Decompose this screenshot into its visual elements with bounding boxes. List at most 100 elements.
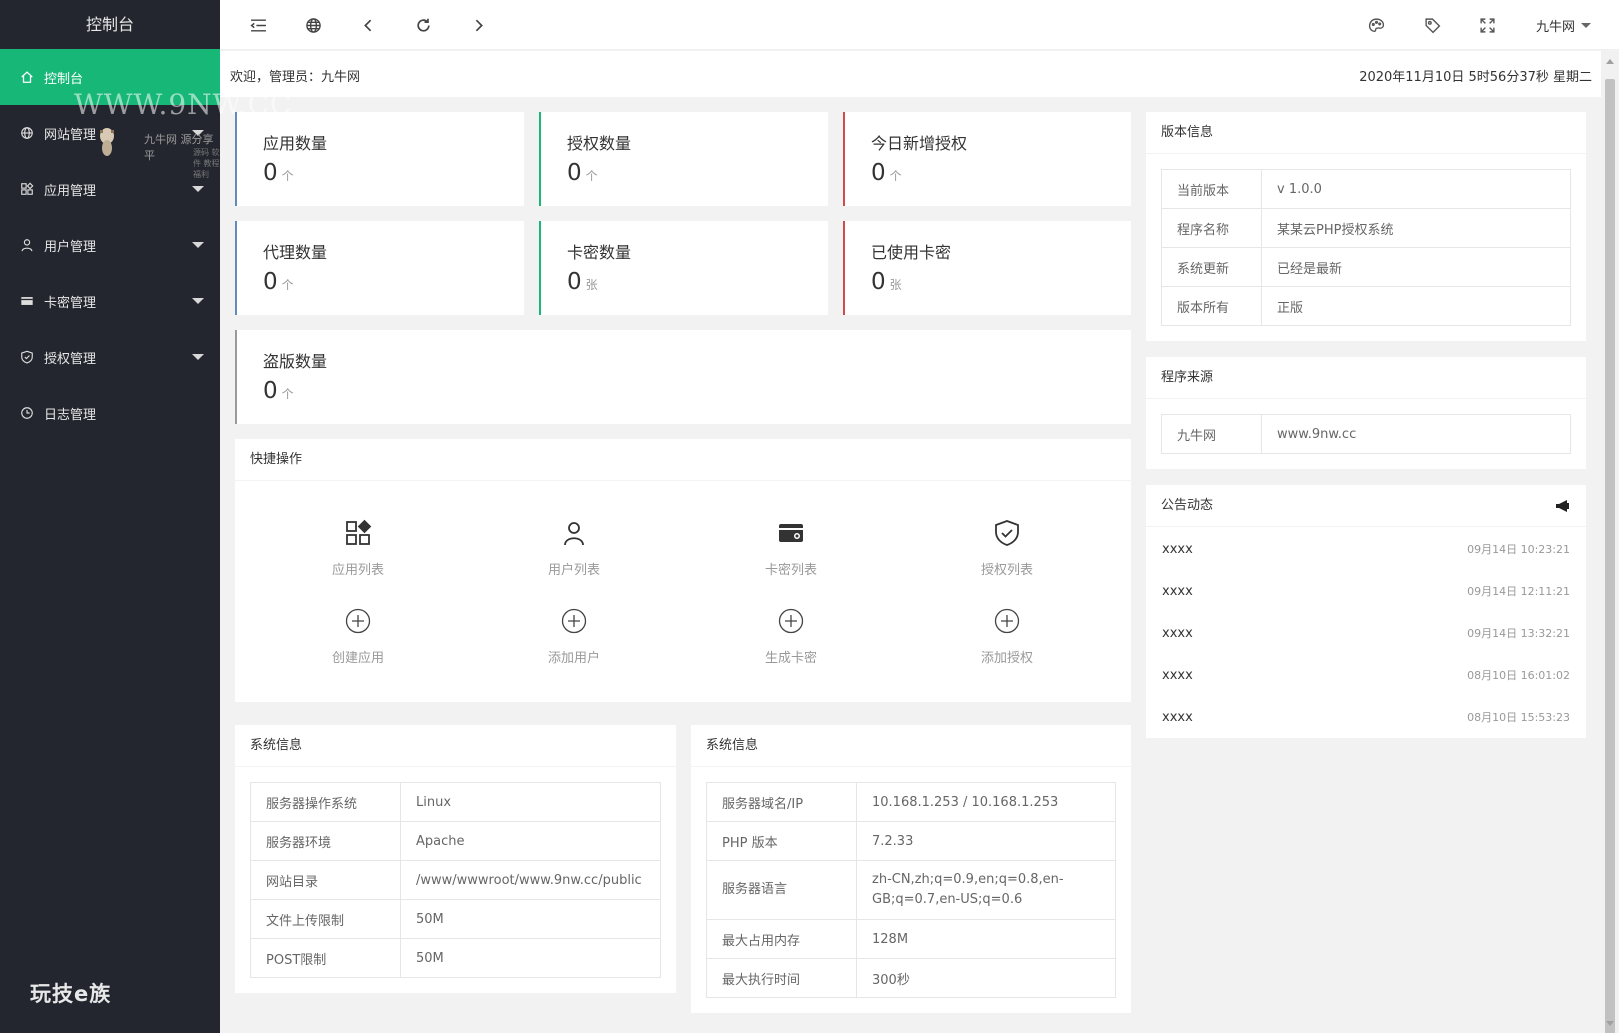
plus-circle-icon: [778, 608, 804, 634]
stat-card-cards: 卡密数量 0张: [539, 221, 828, 315]
refresh-button[interactable]: [413, 15, 433, 35]
notice-item[interactable]: xxxx 09月14日 13:32:21: [1162, 612, 1570, 654]
row-key: 网站目录: [250, 860, 401, 900]
stat-value-wrap: 0张: [567, 269, 598, 295]
system-info-card-2: 系统信息 服务器域名/IP 10.168.1.253 / 10.168.1.253…: [691, 725, 1131, 1013]
tag-icon: [1424, 17, 1440, 33]
menu-toggle-button[interactable]: [248, 15, 268, 35]
stat-unit: 个: [281, 278, 294, 292]
system-info-table: 服务器操作系统 Linux 服务器环境 Apache 网站目录/www/wwwroo…: [250, 782, 661, 978]
notice-time: 08月10日 16:01:02: [1467, 669, 1570, 682]
row-value: Linux: [400, 782, 661, 822]
stat-value-wrap: 0个: [567, 160, 598, 186]
website-button[interactable]: [303, 15, 323, 35]
chevron-down-icon: [192, 186, 204, 192]
user-menu[interactable]: 九牛网: [1536, 16, 1592, 35]
quick-user-list[interactable]: 用户列表: [514, 517, 634, 578]
sidebar-item-logs[interactable]: 日志管理: [0, 385, 220, 441]
scrollbar-thumb[interactable]: [1605, 79, 1615, 1033]
bottom-logo: 玩技e族: [30, 982, 112, 1006]
table-row: 最大占用内存 128M: [706, 919, 1116, 959]
row-key: 程序名称: [1161, 208, 1262, 248]
row-key: 服务器语言: [706, 860, 857, 920]
chevron-left-icon: [363, 19, 371, 31]
quick-license-list[interactable]: 授权列表: [947, 517, 1067, 578]
sidebar-item-apps[interactable]: 应用管理: [0, 161, 220, 217]
card-title: 程序来源: [1146, 357, 1586, 399]
page-scrollbar[interactable]: [1601, 51, 1619, 1033]
table-row: 九牛网 www.9nw.cc: [1161, 414, 1571, 454]
stat-value: 0: [263, 378, 278, 404]
stat-title: 今日新增授权: [871, 134, 968, 153]
row-value: 已经是最新: [1261, 247, 1571, 287]
sidebar-item-license[interactable]: 授权管理: [0, 329, 220, 385]
chevron-right-icon: [475, 19, 483, 31]
notice-item[interactable]: xxxx 08月10日 16:01:02: [1162, 654, 1570, 696]
user-name: 九牛网: [1536, 20, 1576, 35]
plus-circle-icon: [561, 608, 587, 634]
row-key: POST限制: [250, 938, 401, 978]
quick-card-list[interactable]: 卡密列表: [731, 517, 851, 578]
fullscreen-button[interactable]: [1477, 15, 1497, 35]
stat-value-wrap: 0个: [263, 378, 294, 404]
globe-icon: [305, 17, 321, 33]
current-datetime: 2020年11月10日 5时56分37秒 星期二: [1359, 70, 1592, 85]
quick-label: 授权列表: [980, 563, 1033, 578]
stat-value-wrap: 0个: [263, 269, 294, 295]
row-value: v 1.0.0: [1261, 169, 1571, 209]
chevron-down-icon: [192, 242, 204, 248]
stat-unit: 个: [889, 169, 902, 183]
stat-title: 卡密数量: [567, 243, 632, 262]
card-title: 系统信息: [235, 725, 676, 767]
row-key: PHP 版本: [706, 821, 857, 861]
sidebar: 控制台 控制台 网站管理 应用管理 用户管理 卡密管理 授权管理 日志管理 WW…: [0, 0, 291, 1033]
server-info-table: 服务器域名/IP 10.168.1.253 / 10.168.1.253 PHP …: [706, 782, 1116, 998]
card-title: 公告动态: [1161, 498, 1214, 513]
stat-value: 0: [567, 269, 582, 295]
quick-create-app[interactable]: 创建应用: [298, 605, 418, 666]
forward-button[interactable]: [468, 15, 488, 35]
row-value: zh-CN,zh;q=0.9,en;q=0.8,en-GB;q=0.7,en-U…: [856, 860, 1116, 920]
stat-card-new-licenses: 今日新增授权 0个: [843, 112, 1131, 206]
row-key: 服务器环境: [250, 821, 401, 861]
sidebar-item-label: 应用管理: [44, 183, 97, 199]
version-info-table: 当前版本 v 1.0.0 程序名称 某某云PHP授权系统 系统更新 已经是最新 版本所…: [1161, 169, 1571, 326]
megaphone-icon: [1556, 500, 1569, 512]
stat-title: 已使用卡密: [871, 243, 952, 262]
table-row: 最大执行时间 300秒: [706, 958, 1116, 998]
table-row: 程序名称 某某云PHP授权系统: [1161, 208, 1571, 248]
theme-button[interactable]: [1366, 15, 1386, 35]
row-value: /www/wwwroot/www.9nw.cc/public: [400, 860, 661, 900]
program-source-table: 九牛网 www.9nw.cc: [1161, 414, 1571, 454]
table-row: 服务器语言 zh-CN,zh;q=0.9,en;q=0.8,en-GB;q=0.7…: [706, 860, 1116, 920]
table-row: 当前版本 v 1.0.0: [1161, 169, 1571, 209]
sidebar-item-users[interactable]: 用户管理: [0, 217, 220, 273]
row-key: 最大执行时间: [706, 958, 857, 998]
stat-unit: 张: [585, 278, 598, 292]
notice-item[interactable]: xxxx 08月10日 15:53:23: [1162, 696, 1570, 738]
home-icon: [20, 70, 34, 84]
quick-add-license[interactable]: 添加授权: [947, 605, 1067, 666]
welcome-bar: 欢迎，管理员：九牛网 2020年11月10日 5时56分37秒 星期二: [220, 51, 1601, 97]
stat-value-wrap: 0个: [263, 160, 294, 186]
stat-value-wrap: 0个: [871, 160, 902, 186]
quick-generate-card[interactable]: 生成卡密: [731, 605, 851, 666]
card-title: 快捷操作: [235, 439, 1131, 481]
notice-item[interactable]: xxxx 09月14日 12:11:21: [1162, 570, 1570, 612]
quick-add-user[interactable]: 添加用户: [514, 605, 634, 666]
notice-item[interactable]: xxxx 09月14日 10:23:21: [1162, 528, 1570, 570]
quick-label: 添加授权: [980, 651, 1033, 666]
scroll-down-icon[interactable]: [1606, 1021, 1614, 1026]
quick-app-list[interactable]: 应用列表: [298, 517, 418, 578]
scroll-up-icon[interactable]: [1606, 59, 1614, 64]
sidebar-item-cards[interactable]: 卡密管理: [0, 273, 220, 329]
notice-title: xxxx: [1162, 625, 1193, 641]
table-row: 系统更新 已经是最新: [1161, 247, 1571, 287]
stat-card-apps: 应用数量 0个: [235, 112, 524, 206]
plus-circle-icon: [994, 608, 1020, 634]
stat-value: 0: [263, 269, 278, 295]
stat-value-wrap: 0张: [871, 269, 902, 295]
tag-button[interactable]: [1422, 15, 1442, 35]
back-button[interactable]: [358, 15, 378, 35]
quick-label: 卡密列表: [764, 563, 817, 578]
